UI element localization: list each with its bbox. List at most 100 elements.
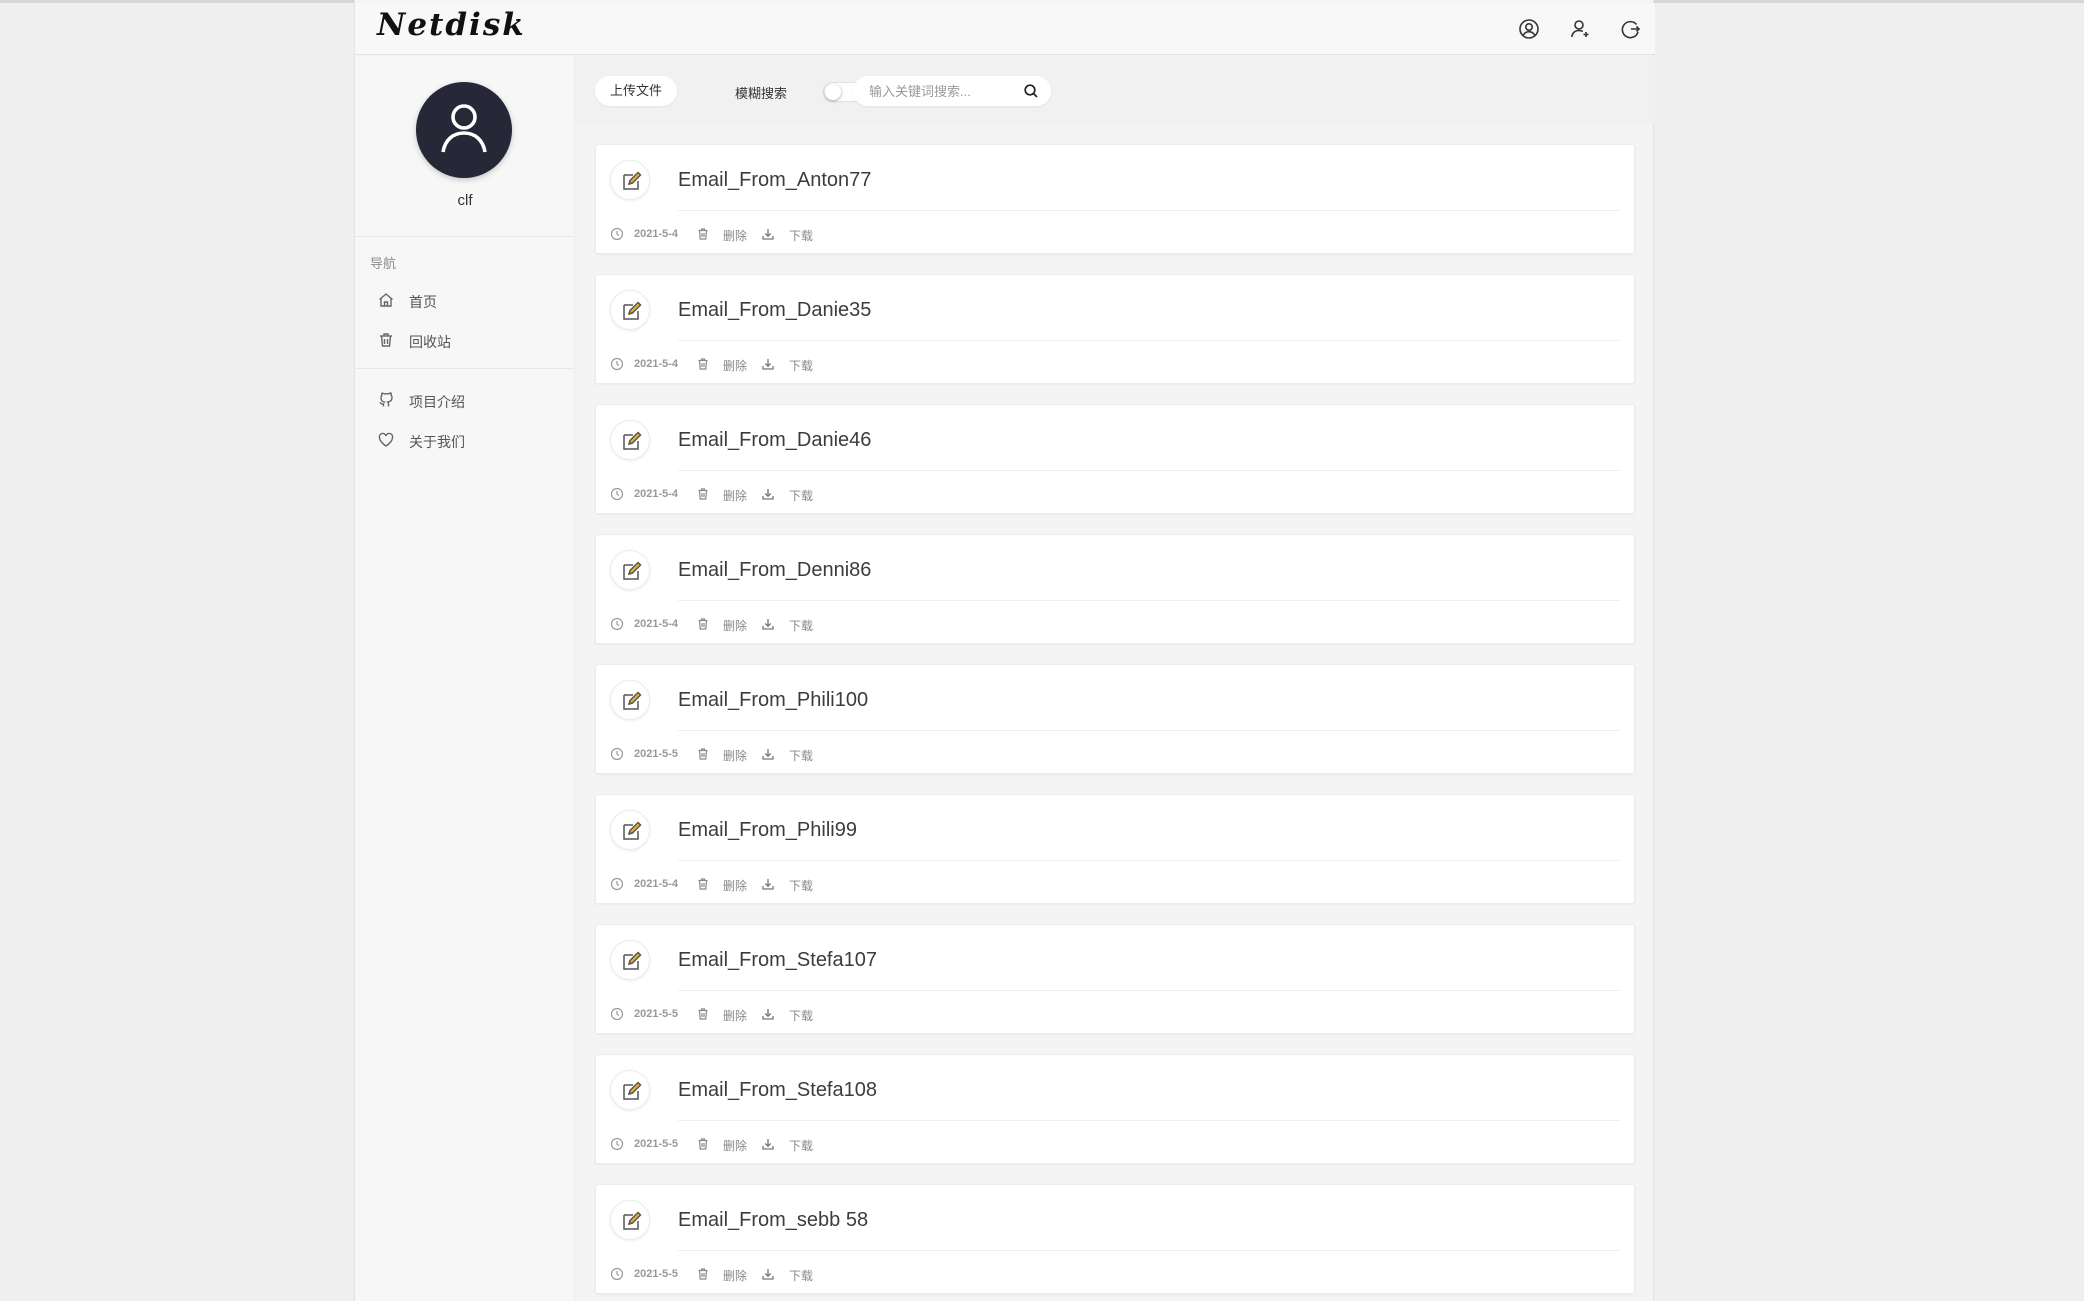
download-button[interactable]: 下载 — [789, 357, 813, 374]
download-button[interactable]: 下载 — [789, 487, 813, 504]
download-icon[interactable] — [761, 747, 775, 761]
file-card[interactable]: Email_From_Stefa107 2021-5-5 删除 下载 — [595, 924, 1635, 1034]
file-card[interactable]: Email_From_Stefa108 2021-5-5 删除 下载 — [595, 1054, 1635, 1164]
download-icon[interactable] — [761, 487, 775, 501]
delete-icon[interactable] — [696, 877, 710, 891]
file-date: 2021-5-5 — [634, 1138, 679, 1150]
card-divider — [678, 860, 1620, 861]
edit-file-icon[interactable] — [610, 1070, 650, 1110]
github-icon — [377, 391, 395, 409]
avatar[interactable] — [416, 82, 512, 178]
download-icon[interactable] — [761, 1137, 775, 1151]
edit-file-icon[interactable] — [610, 160, 650, 200]
sidebar-item-recycle-bin[interactable]: 回收站 — [355, 322, 575, 358]
edit-file-icon[interactable] — [610, 940, 650, 980]
delete-button[interactable]: 删除 — [723, 1007, 747, 1024]
download-button[interactable]: 下载 — [789, 617, 813, 634]
search-input[interactable] — [869, 82, 1009, 100]
clock-icon — [610, 357, 624, 371]
file-name[interactable]: Email_From_Danie46 — [678, 429, 871, 452]
download-icon[interactable] — [761, 877, 775, 891]
card-divider — [678, 1120, 1620, 1121]
delete-icon[interactable] — [696, 747, 710, 761]
app-window: Netdisk clf 导航 首页 回收站 项目介绍 关于我们 上传文件 模糊搜… — [354, 0, 1655, 1301]
file-card[interactable]: Email_From_Anton77 2021-5-4 删除 下载 — [595, 144, 1635, 254]
nav-heading: 导航 — [370, 256, 397, 271]
file-card[interactable]: Email_From_Danie46 2021-5-4 删除 下载 — [595, 404, 1635, 514]
sidebar-item-project-intro[interactable]: 项目介绍 — [355, 382, 575, 418]
file-card[interactable]: Email_From_Danie35 2021-5-4 删除 下载 — [595, 274, 1635, 384]
sidebar-item-label: 关于我们 — [409, 434, 465, 450]
sidebar-item-home[interactable]: 首页 — [355, 282, 575, 318]
download-icon[interactable] — [761, 227, 775, 241]
delete-button[interactable]: 删除 — [723, 357, 747, 374]
sidebar-item-about-us[interactable]: 关于我们 — [355, 422, 575, 458]
download-icon[interactable] — [761, 357, 775, 371]
delete-icon[interactable] — [696, 1267, 710, 1281]
delete-button[interactable]: 删除 — [723, 1267, 747, 1284]
file-name[interactable]: Email_From_Stefa107 — [678, 949, 877, 972]
download-button[interactable]: 下载 — [789, 1007, 813, 1024]
file-date: 2021-5-4 — [634, 358, 679, 370]
delete-icon[interactable] — [696, 357, 710, 371]
file-name[interactable]: Email_From_Phili99 — [678, 819, 857, 842]
toolbar: 上传文件 模糊搜索 — [575, 56, 1655, 124]
delete-icon[interactable] — [696, 617, 710, 631]
sidebar-item-label: 回收站 — [409, 334, 451, 350]
file-date: 2021-5-4 — [634, 488, 679, 500]
file-card[interactable]: Email_From_Phili99 2021-5-4 删除 下载 — [595, 794, 1635, 904]
logout-icon[interactable] — [1619, 17, 1643, 41]
download-button[interactable]: 下载 — [789, 1137, 813, 1154]
upload-file-button[interactable]: 上传文件 — [595, 76, 677, 106]
edit-file-icon[interactable] — [610, 290, 650, 330]
user-circle-icon[interactable] — [1517, 17, 1541, 41]
card-divider — [678, 1250, 1620, 1251]
download-button[interactable]: 下载 — [789, 1267, 813, 1284]
sidebar-item-label: 项目介绍 — [409, 394, 465, 410]
clock-icon — [610, 877, 624, 891]
trash-icon — [377, 331, 395, 349]
delete-button[interactable]: 删除 — [723, 617, 747, 634]
download-icon[interactable] — [761, 617, 775, 631]
edit-file-icon[interactable] — [610, 680, 650, 720]
edit-file-icon[interactable] — [610, 420, 650, 460]
file-date: 2021-5-4 — [634, 228, 679, 240]
delete-icon[interactable] — [696, 487, 710, 501]
clock-icon — [610, 747, 624, 761]
delete-button[interactable]: 删除 — [723, 877, 747, 894]
edit-file-icon[interactable] — [610, 810, 650, 850]
delete-icon[interactable] — [696, 227, 710, 241]
edit-file-icon[interactable] — [610, 550, 650, 590]
download-button[interactable]: 下载 — [789, 877, 813, 894]
clock-icon — [610, 1267, 624, 1281]
delete-button[interactable]: 删除 — [723, 747, 747, 764]
search-icon[interactable] — [1023, 83, 1039, 99]
user-add-icon[interactable] — [1568, 17, 1592, 41]
card-divider — [678, 470, 1620, 471]
card-divider — [678, 210, 1620, 211]
file-name[interactable]: Email_From_Danie35 — [678, 299, 871, 322]
file-card[interactable]: Email_From_Phili100 2021-5-5 删除 下载 — [595, 664, 1635, 774]
app-logo[interactable]: Netdisk — [377, 7, 526, 43]
download-icon[interactable] — [761, 1007, 775, 1021]
file-name[interactable]: Email_From_Phili100 — [678, 689, 868, 712]
file-card[interactable]: Email_From_Denni86 2021-5-4 删除 下载 — [595, 534, 1635, 644]
file-name[interactable]: Email_From_sebb 58 — [678, 1209, 868, 1232]
file-name[interactable]: Email_From_Denni86 — [678, 559, 871, 582]
clock-icon — [610, 1007, 624, 1021]
download-button[interactable]: 下载 — [789, 227, 813, 244]
delete-button[interactable]: 删除 — [723, 1137, 747, 1154]
search-box — [853, 76, 1051, 106]
delete-button[interactable]: 删除 — [723, 227, 747, 244]
file-card[interactable]: Email_From_sebb 58 2021-5-5 删除 下载 — [595, 1184, 1635, 1294]
file-name[interactable]: Email_From_Stefa108 — [678, 1079, 877, 1102]
card-divider — [678, 600, 1620, 601]
delete-icon[interactable] — [696, 1137, 710, 1151]
delete-icon[interactable] — [696, 1007, 710, 1021]
sidebar-divider — [355, 368, 575, 369]
edit-file-icon[interactable] — [610, 1200, 650, 1240]
delete-button[interactable]: 删除 — [723, 487, 747, 504]
download-icon[interactable] — [761, 1267, 775, 1281]
download-button[interactable]: 下载 — [789, 747, 813, 764]
file-name[interactable]: Email_From_Anton77 — [678, 169, 871, 192]
